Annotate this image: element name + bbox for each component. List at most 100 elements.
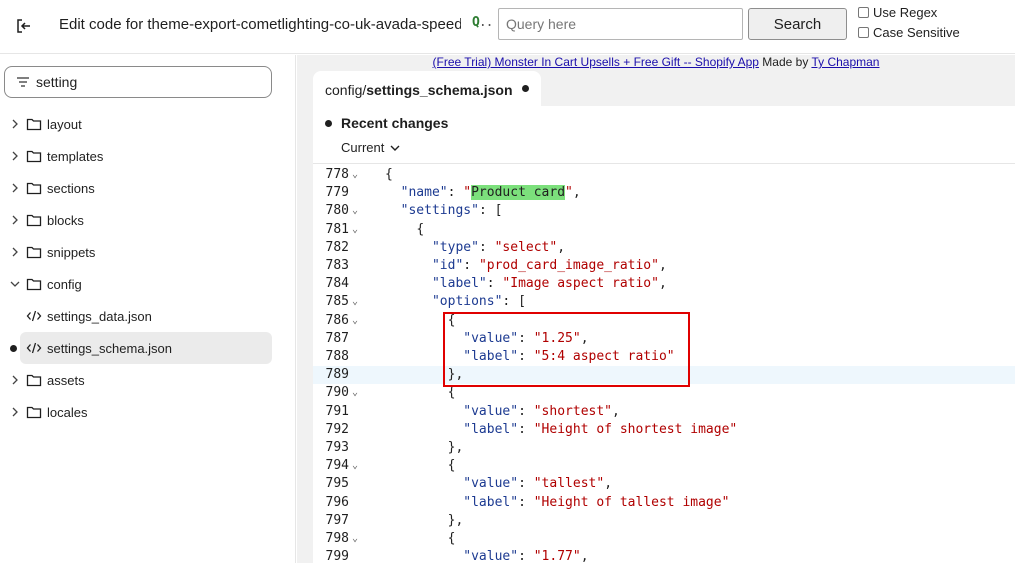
- tree-folder-sections[interactable]: sections: [0, 172, 296, 204]
- code-token: :: [518, 349, 534, 364]
- code-token: ,: [658, 258, 667, 273]
- code-line[interactable]: 784 "label": "Image aspect ratio",: [313, 275, 1015, 293]
- folder-icon: [26, 245, 42, 259]
- app-promo-link[interactable]: (Free Trial) Monster In Cart Upsells + F…: [433, 55, 759, 69]
- code-line[interactable]: 786 ⌄ {: [313, 312, 1015, 330]
- tab-settings-schema[interactable]: config/settings_schema.json: [313, 71, 541, 107]
- code-token: ,: [658, 276, 667, 292]
- chevron-right-icon[interactable]: [9, 150, 21, 162]
- code-line[interactable]: 794 ⌄ {: [313, 457, 1015, 475]
- code-line[interactable]: 792 "label": "Height of shortest image": [313, 421, 1015, 439]
- code-token: :: [447, 185, 464, 201]
- line-number: 780: [325, 203, 349, 219]
- tree-item-label: snippets: [47, 245, 96, 260]
- code-line[interactable]: 781 ⌄ {: [313, 221, 1015, 239]
- chevron-right-icon[interactable]: [9, 182, 21, 194]
- tree-folder-snippets[interactable]: snippets: [0, 236, 296, 268]
- file-filter-input[interactable]: setting: [4, 66, 272, 98]
- line-number: 793: [325, 440, 349, 455]
- code-line[interactable]: 778 ⌄ {: [313, 166, 1015, 184]
- folder-icon: [26, 405, 42, 419]
- folder-icon: [26, 117, 42, 131]
- query-input[interactable]: [498, 8, 743, 40]
- version-select[interactable]: Current: [341, 140, 400, 155]
- code-token: "5:4 aspect ratio": [533, 349, 675, 364]
- code-text: {: [385, 530, 456, 548]
- fold-chevron-icon[interactable]: ⌄: [352, 166, 358, 184]
- fold-chevron-icon[interactable]: ⌄: [352, 312, 358, 330]
- code-token: {: [416, 221, 425, 237]
- chevron-right-icon[interactable]: [9, 406, 21, 418]
- tree-folder-config[interactable]: config: [0, 268, 296, 300]
- code-text: {: [385, 166, 393, 184]
- tree-item-label: config: [47, 277, 82, 292]
- tab-unsaved-dot[interactable]: [522, 85, 529, 92]
- code-line[interactable]: 785 ⌄ "options": [: [313, 293, 1015, 311]
- code-line[interactable]: 779 "name": "Product card",: [313, 184, 1015, 202]
- chevron-right-icon[interactable]: [9, 118, 21, 130]
- chevron-right-icon[interactable]: [9, 374, 21, 386]
- line-number: 792: [325, 421, 349, 437]
- code-text: {: [385, 312, 456, 330]
- tree-folder-locales[interactable]: locales: [0, 396, 296, 428]
- code-line[interactable]: 797 },: [313, 512, 1015, 530]
- folder-icon: [26, 213, 42, 227]
- tree-item-label: blocks: [47, 213, 84, 228]
- line-number: 786: [325, 312, 349, 328]
- code-token: "1.77": [533, 549, 581, 563]
- code-token: :: [486, 276, 503, 292]
- code-text: "label": "Height of tallest image": [385, 494, 729, 512]
- code-text: "value": "1.25",: [385, 330, 588, 348]
- query-extension-icon[interactable]: Q..: [472, 15, 493, 30]
- fold-chevron-icon[interactable]: ⌄: [352, 384, 358, 402]
- exit-button[interactable]: [12, 14, 36, 38]
- tree-item-label: assets: [47, 373, 85, 388]
- line-number: 794: [325, 458, 349, 474]
- search-button[interactable]: Search: [748, 8, 847, 40]
- code-line[interactable]: 783 "id": "prod_card_image_ratio",: [313, 257, 1015, 275]
- folder-icon: [26, 181, 42, 195]
- chevron-right-icon[interactable]: [9, 214, 21, 226]
- code-line[interactable]: 791 "value": "shortest",: [313, 403, 1015, 421]
- code-line[interactable]: 798 ⌄ {: [313, 530, 1015, 548]
- code-token: "Height of tallest image": [533, 494, 730, 510]
- tree-folder-layout[interactable]: layout: [0, 108, 296, 140]
- fold-chevron-icon[interactable]: ⌄: [352, 202, 358, 220]
- promo-banner: (Free Trial) Monster In Cart Upsells + F…: [297, 55, 1015, 69]
- code-text: },: [385, 366, 464, 384]
- chevron-down-icon[interactable]: [9, 278, 21, 290]
- code-token: :: [518, 476, 534, 492]
- fold-chevron-icon[interactable]: ⌄: [352, 293, 358, 311]
- code-line[interactable]: 780 ⌄ "settings": [: [313, 202, 1015, 220]
- tree-folder-blocks[interactable]: blocks: [0, 204, 296, 236]
- author-link[interactable]: Ty Chapman: [811, 55, 879, 69]
- case-sensitive-checkbox[interactable]: [858, 27, 869, 38]
- version-select-value: Current: [341, 140, 385, 155]
- code-line[interactable]: 788 "label": "5:4 aspect ratio": [313, 348, 1015, 366]
- code-line[interactable]: 795 "value": "tallest",: [313, 475, 1015, 493]
- chevron-right-icon[interactable]: [9, 246, 21, 258]
- code-line[interactable]: 793 },: [313, 439, 1015, 457]
- code-line[interactable]: 789 },: [313, 366, 1015, 385]
- code-line[interactable]: 790 ⌄ {: [313, 384, 1015, 402]
- line-number: 781: [325, 221, 349, 237]
- code-text: {: [385, 221, 424, 239]
- tree-folder-templates[interactable]: templates: [0, 140, 296, 172]
- tree-file-settings-schema[interactable]: settings_schema.json: [20, 332, 272, 364]
- code-line[interactable]: 796 "label": "Height of tallest image": [313, 494, 1015, 512]
- case-sensitive-option[interactable]: Case Sensitive: [858, 25, 960, 40]
- code-line[interactable]: 787 "value": "1.25",: [313, 330, 1015, 348]
- use-regex-checkbox[interactable]: [858, 7, 869, 18]
- fold-chevron-icon[interactable]: ⌄: [352, 221, 358, 239]
- code-line[interactable]: 782 "type": "select",: [313, 239, 1015, 257]
- code-line[interactable]: 799 "value": "1.77",: [313, 548, 1015, 563]
- code-token: ": [463, 185, 472, 201]
- tree-folder-assets[interactable]: assets: [0, 364, 296, 396]
- fold-chevron-icon[interactable]: ⌄: [352, 457, 358, 475]
- tree-file-settings-data[interactable]: settings_data.json: [0, 300, 296, 332]
- chevron-down-icon: [390, 140, 400, 155]
- code-editor[interactable]: 799 "value": "1.77", 798 ⌄ {797 }, 796 "lab…: [313, 164, 1015, 563]
- fold-chevron-icon[interactable]: ⌄: [352, 530, 358, 548]
- code-text: "options": [: [385, 293, 526, 311]
- use-regex-option[interactable]: Use Regex: [858, 5, 937, 20]
